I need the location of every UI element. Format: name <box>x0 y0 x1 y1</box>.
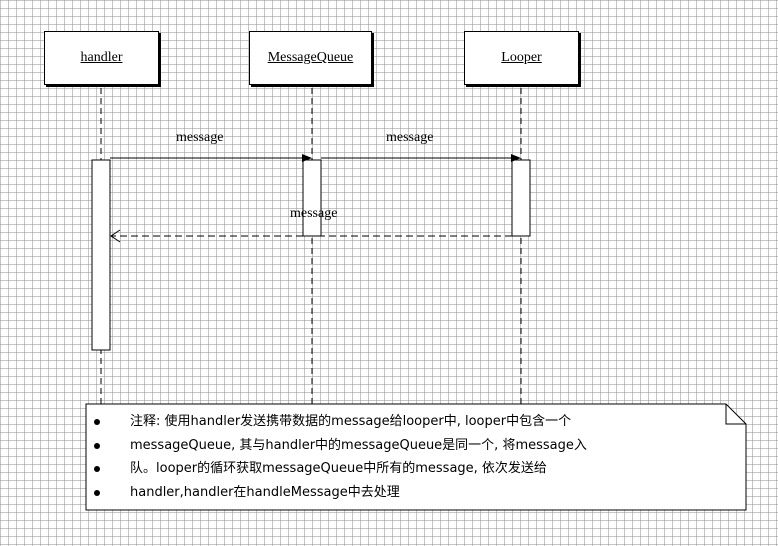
note-line: 注释: 使用handler发送携带数据的message给looper中, loo… <box>86 410 706 434</box>
activation-messagequeue <box>302 159 322 237</box>
note-line-text: handler,handler在handleMessage中去处理 <box>130 484 400 500</box>
activation-handler <box>91 159 111 351</box>
note-line: handler,handler在handleMessage中去处理 <box>86 481 706 505</box>
message-label-3: message <box>290 206 338 221</box>
bullet-icon <box>94 489 100 496</box>
lifeline-box-looper[interactable]: Looper <box>464 31 579 85</box>
note-line-text: 注释: 使用handler发送携带数据的message给looper中, loo… <box>130 414 572 429</box>
bullet-icon <box>94 466 100 472</box>
note-line: 队。looper的循环获取messageQueue中所有的message, 依次… <box>86 457 706 481</box>
note-line-text: 队。looper的循环获取messageQueue中所有的message, 依次… <box>130 461 547 476</box>
lifeline-label-looper: Looper <box>501 50 542 65</box>
bullet-icon <box>94 419 100 425</box>
message-label-1: message <box>176 130 224 145</box>
note-line: messageQueue, 其与handler中的messageQueue是同一… <box>86 434 706 458</box>
lifeline-box-messagequeue[interactable]: MessageQueue <box>249 31 372 85</box>
bullet-icon <box>94 442 100 449</box>
note: 注释: 使用handler发送携带数据的message给looper中, loo… <box>86 404 746 510</box>
note-text: 注释: 使用handler发送携带数据的message给looper中, loo… <box>86 410 706 504</box>
lifeline-label-handler: handler <box>80 50 123 65</box>
lifeline-box-handler[interactable]: handler <box>44 31 159 85</box>
message-label-2: message <box>386 130 434 145</box>
activation-looper <box>511 159 531 237</box>
lifeline-label-messagequeue: MessageQueue <box>267 50 354 65</box>
note-line-text: messageQueue, 其与handler中的messageQueue是同一… <box>130 437 587 453</box>
